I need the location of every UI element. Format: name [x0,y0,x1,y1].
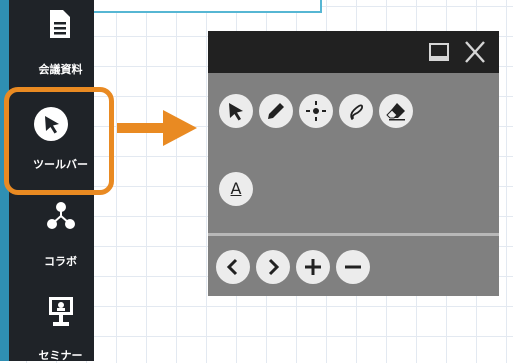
select-arrow-icon [229,103,243,121]
previous-icon [226,258,238,276]
close-icon[interactable] [463,41,487,63]
sidebar-item-documents[interactable]: 会議資料 [18,0,103,80]
seminar-icon [49,297,73,326]
sidebar-item-seminar[interactable]: セミナー [18,290,103,362]
previous-page-button[interactable] [216,250,250,284]
toolbar-divider [208,233,499,236]
pen-icon [268,103,284,119]
toolbar-panel-header[interactable] [208,31,499,73]
toolbar-panel: A [208,31,499,296]
toolbar-highlight-frame [4,87,114,195]
zoom-out-icon [345,265,361,269]
text-tool-button[interactable]: A [219,172,253,206]
zoom-out-button[interactable] [336,250,370,284]
next-icon [268,258,280,276]
arrow-right-icon [117,110,197,146]
sidebar-item-collab[interactable]: コラボ [18,198,103,276]
pointer-crosshair-icon [306,101,326,121]
sidebar-item-label: コラボ [44,255,77,268]
select-tool-button[interactable] [219,94,253,128]
lasso-icon [350,104,364,120]
lasso-tool-button[interactable] [339,94,373,128]
zoom-in-icon [305,259,321,275]
collaboration-icon [47,202,75,229]
next-page-button[interactable] [256,250,290,284]
sidebar-item-label: 会議資料 [38,63,83,76]
pointer-tool-button[interactable] [299,94,333,128]
document-icon [50,10,70,38]
zoom-in-button[interactable] [296,250,330,284]
maximize-icon[interactable] [428,41,450,63]
text-tool-icon: A [230,179,242,198]
eraser-tool-button[interactable] [379,94,413,128]
eraser-icon [386,103,405,121]
pen-tool-button[interactable] [259,94,293,128]
